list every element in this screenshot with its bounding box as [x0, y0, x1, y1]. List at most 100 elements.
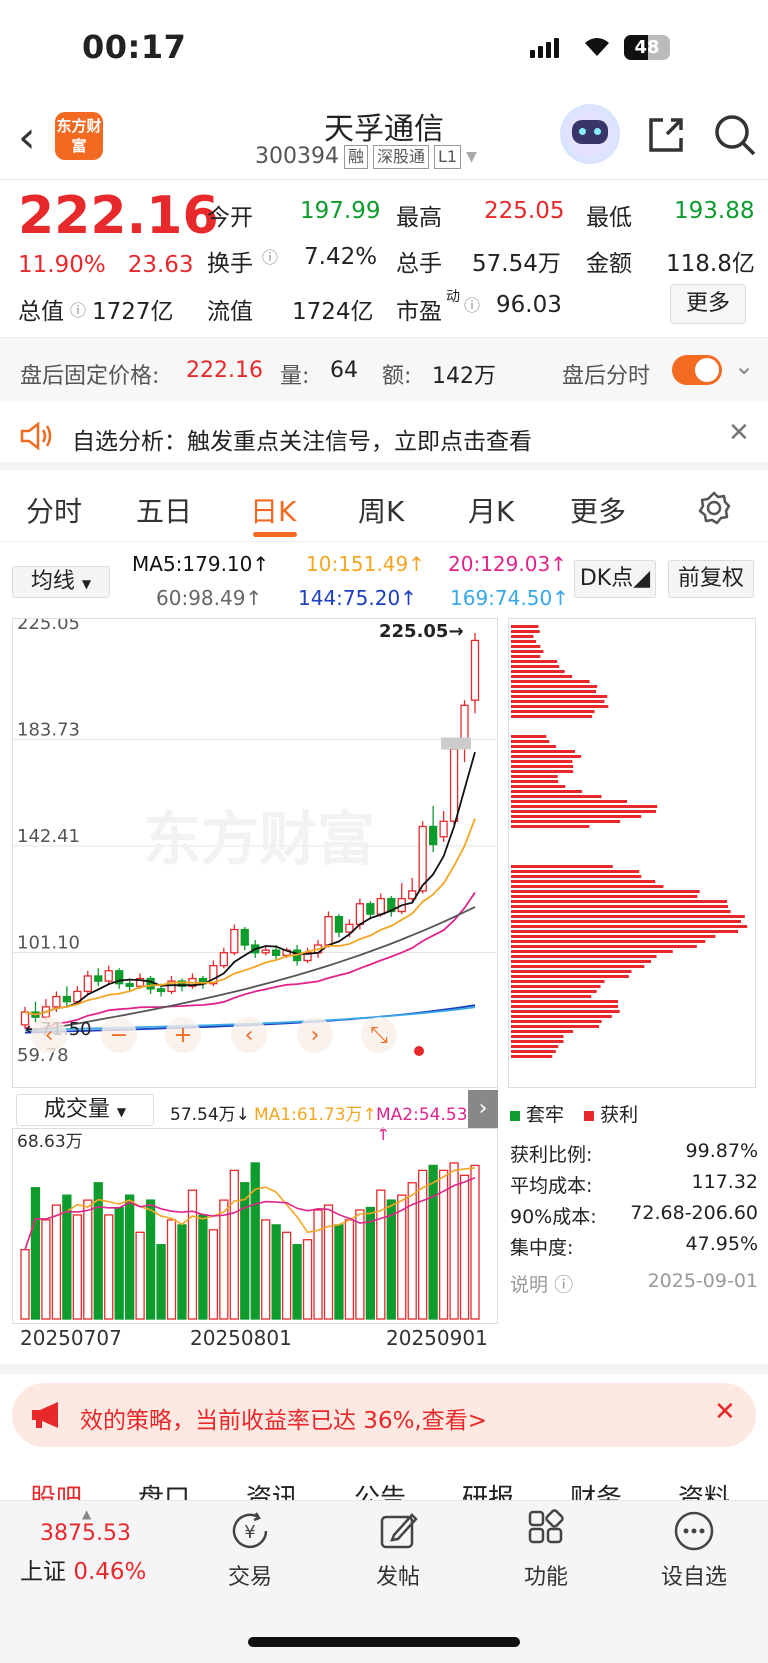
price-tick-label: 142.41: [17, 826, 80, 847]
tab-announcements[interactable]: 公告: [354, 1478, 406, 1500]
strategy-banner[interactable]: 效的策略，当前收益率已达 36%,查看> ✕: [12, 1383, 756, 1447]
volume-ma2-line: [24, 1177, 476, 1250]
dk-point-select[interactable]: DK点◢: [574, 560, 656, 598]
tab-more[interactable]: 更多: [570, 490, 626, 530]
candle: [449, 748, 459, 822]
chip-bar: [511, 760, 573, 763]
tab-weekly[interactable]: 周K: [358, 490, 404, 530]
chip-bar: [511, 1030, 574, 1033]
nav-trade[interactable]: ¥ 交易: [190, 1509, 310, 1591]
tab-monthly[interactable]: 月K: [468, 490, 514, 530]
kline-chart[interactable]: 225.05 183.73 142.41 101.10 59.78 东方财富 225.05→…: [12, 618, 498, 1088]
volume-bar: [250, 1162, 260, 1320]
volume-bar: [418, 1169, 428, 1320]
chip-bar: [511, 975, 629, 978]
volume-bar: [93, 1182, 103, 1320]
pe-value: 96.03: [496, 292, 562, 318]
chip-distribution[interactable]: [508, 618, 756, 1088]
tab-finance[interactable]: 财务: [570, 1478, 622, 1500]
tab-research[interactable]: 研报: [462, 1478, 514, 1500]
tab-forum[interactable]: 股吧: [30, 1478, 82, 1500]
nav-functions[interactable]: 功能: [486, 1509, 606, 1591]
amount-label: 金额: [586, 251, 632, 277]
volume-bar: [83, 1199, 93, 1320]
more-button[interactable]: 更多: [670, 284, 746, 324]
gear-icon[interactable]: [696, 490, 732, 526]
after-hours-toggle[interactable]: [672, 355, 722, 385]
chip-bar: [511, 910, 731, 913]
chip-bar: [511, 780, 559, 783]
chip-bar: [511, 920, 741, 923]
info-icon: ⓘ: [554, 1274, 574, 1296]
stock-code-line[interactable]: 300394 融 深股通 L1 ▼: [255, 144, 477, 169]
tab-orderbook[interactable]: 盘口: [138, 1478, 190, 1500]
after-chart-label: 盘后分时: [562, 364, 651, 389]
chip-bar: [511, 1005, 618, 1008]
index-change: 0.46%: [73, 1559, 147, 1585]
level-tag: L1: [434, 144, 462, 169]
zoom-control-icon: ⤡: [370, 1023, 388, 1048]
tab-profile[interactable]: 资料: [678, 1478, 730, 1500]
chip-bar: [511, 1045, 559, 1048]
analysis-notice[interactable]: 自选分析：触发重点关注信号，立即点击查看 ✕: [0, 404, 768, 470]
chip-bar: [511, 670, 565, 673]
volume-ma1: MA1:61.73万↑: [254, 1105, 377, 1125]
chip-bar: [511, 900, 727, 903]
candle: [156, 988, 166, 993]
tab-intraday[interactable]: 分时: [26, 490, 82, 530]
home-indicator: [248, 1637, 520, 1647]
chip-bar: [511, 820, 621, 823]
chip-bar: [511, 805, 658, 808]
candle: [376, 897, 385, 915]
adjustment-select[interactable]: 前复权: [668, 560, 754, 598]
indicator-select[interactable]: 均线 ▼: [12, 566, 110, 598]
tab-news[interactable]: 资讯: [246, 1478, 298, 1500]
chip-bar: [511, 785, 566, 788]
chip-bar: [511, 905, 729, 908]
index-ticker[interactable]: ▲ 3875.53 上证 0.46%: [20, 1507, 170, 1586]
nav-post[interactable]: 发帖: [338, 1509, 458, 1591]
volume-indicator-select[interactable]: 成交量 ▼: [16, 1094, 154, 1126]
volume-chart[interactable]: 68.63万: [12, 1128, 498, 1324]
candle: [272, 949, 281, 956]
chip-bar: [511, 645, 541, 648]
legend-profit: 获利: [584, 1100, 638, 1127]
search-icon[interactable]: [712, 112, 758, 158]
tab-five-day[interactable]: 五日: [136, 490, 192, 530]
candle: [62, 995, 72, 1003]
nav-add-watchlist[interactable]: 设自选: [634, 1509, 754, 1591]
explain-link[interactable]: 说明 ⓘ: [510, 1270, 573, 1296]
close-icon[interactable]: ✕: [714, 1397, 736, 1427]
candle: [104, 970, 113, 982]
max-price-label: 225.05→: [379, 621, 464, 642]
candle: [334, 916, 344, 933]
volume-bar: [30, 1187, 41, 1320]
more-dots-icon: [672, 1509, 716, 1553]
profile-date: 2025-09-01: [647, 1270, 758, 1292]
ai-assistant-icon[interactable]: [560, 104, 620, 164]
tab-daily[interactable]: 日K: [250, 490, 296, 530]
candle: [261, 949, 270, 954]
chip-bar: [511, 930, 739, 933]
open-value: 197.99: [300, 198, 381, 224]
watermark: 东方财富: [143, 805, 375, 873]
info-icon[interactable]: ⓘ: [70, 297, 86, 321]
ma144-value: 144:75.20↑: [298, 586, 417, 610]
open-label: 今开: [207, 205, 253, 231]
expand-arrow-icon[interactable]: ›: [468, 1090, 498, 1128]
info-icon[interactable]: ⓘ: [464, 292, 480, 316]
profit-ratio-value: 99.87%: [685, 1140, 758, 1162]
chip-bar: [511, 870, 640, 873]
zoom-control-icon: ‹: [45, 1023, 54, 1048]
close-icon[interactable]: ✕: [728, 418, 750, 448]
chip-bar: [511, 630, 540, 633]
chip-bar: [511, 765, 574, 768]
volume-bar: [292, 1244, 302, 1320]
chevron-down-icon[interactable]: ⌄: [734, 352, 754, 380]
chip-bar: [511, 815, 642, 818]
chip-bar: [511, 1025, 599, 1028]
share-icon[interactable]: [645, 114, 687, 156]
info-icon[interactable]: ⓘ: [262, 244, 278, 268]
chip-bar: [511, 705, 609, 708]
candle: [125, 983, 134, 987]
